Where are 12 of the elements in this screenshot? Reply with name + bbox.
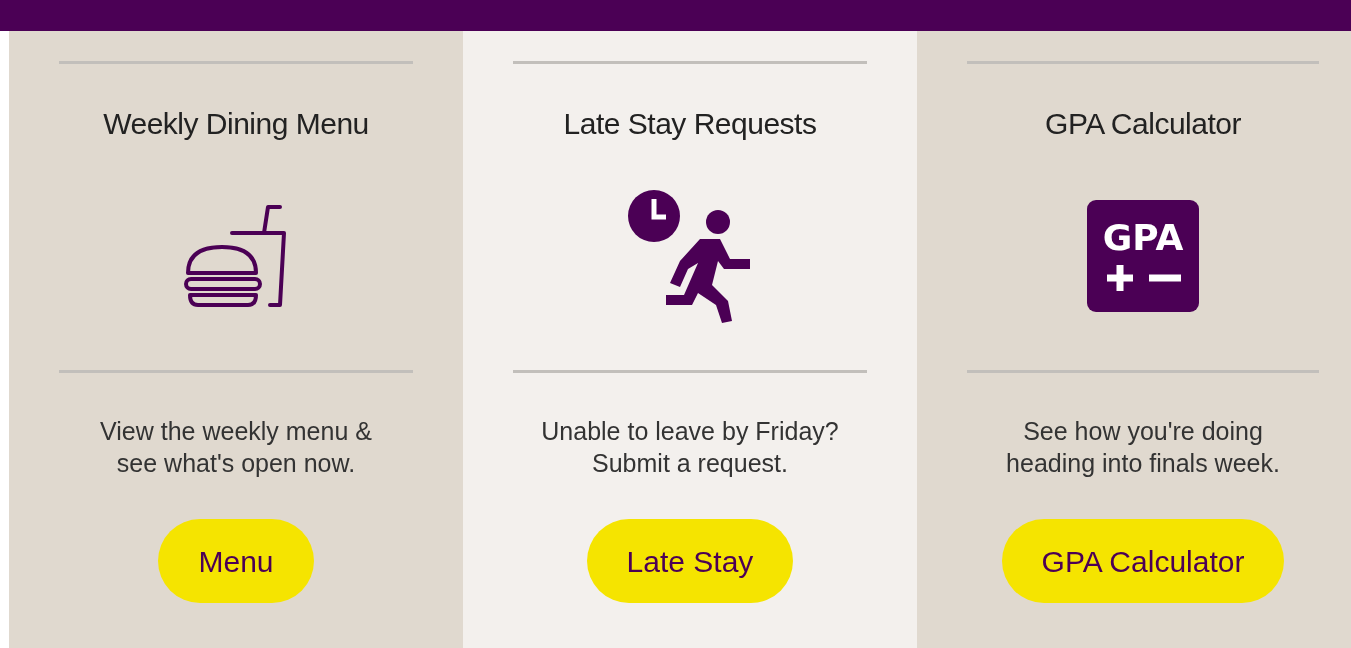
clock-running-person-icon [628,189,752,323]
card-description: See how you're doing heading into finals week. [1006,416,1280,479]
card-button[interactable]: Menu [158,519,314,603]
card-button[interactable]: Late Stay [586,519,794,603]
card-title: GPA Calculator [1045,106,1241,142]
burger-drink-icon [184,203,288,309]
card-description: View the weekly menu & see what's open now. [100,416,372,479]
card-description: Unable to leave by Friday? Submit a request. [541,416,839,479]
card-title: Late Stay Requests [563,106,817,142]
gpa-icon: GPA [1087,200,1199,312]
card-title: Weekly Dining Menu [103,106,369,142]
card-button[interactable]: GPA Calculator [1001,519,1285,603]
